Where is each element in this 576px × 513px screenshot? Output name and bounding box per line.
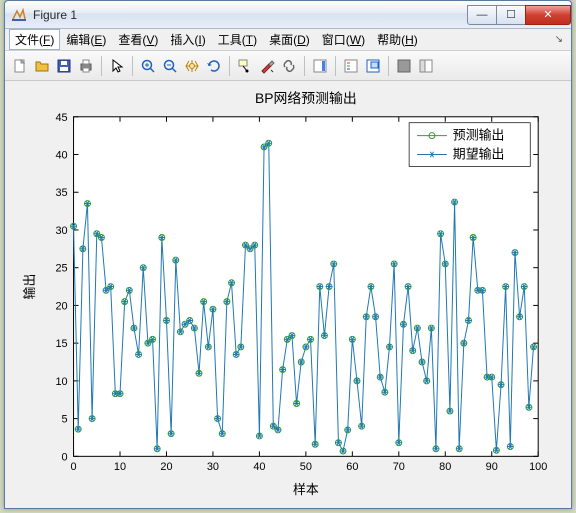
toolbar-separator <box>388 56 389 76</box>
svg-text:60: 60 <box>346 461 358 473</box>
svg-text:15: 15 <box>55 338 67 350</box>
svg-text:5: 5 <box>62 414 68 426</box>
svg-text:20: 20 <box>55 300 67 312</box>
legend-icon[interactable] <box>340 55 362 77</box>
minimize-button[interactable]: — <box>467 5 497 25</box>
x-axis-label: 样本 <box>293 482 319 497</box>
maximize-button[interactable]: ☐ <box>496 5 526 25</box>
matlab-icon <box>11 7 27 23</box>
pan-icon[interactable] <box>181 55 203 77</box>
legend-label-1: 期望输出 <box>453 146 505 161</box>
svg-text:0: 0 <box>62 451 68 463</box>
legend-label-0: 预测输出 <box>453 128 505 143</box>
svg-text:25: 25 <box>55 263 67 275</box>
menu-t[interactable]: 工具(T) <box>212 29 263 50</box>
svg-text:30: 30 <box>207 461 219 473</box>
open-icon[interactable] <box>31 55 53 77</box>
toolbar-separator <box>101 56 102 76</box>
svg-text:0: 0 <box>71 461 77 473</box>
svg-text:35: 35 <box>55 187 67 199</box>
menu-w[interactable]: 窗口(W) <box>316 29 371 50</box>
svg-text:50: 50 <box>300 461 312 473</box>
svg-text:70: 70 <box>393 461 405 473</box>
print-icon[interactable] <box>75 55 97 77</box>
zoom-in-icon[interactable] <box>137 55 159 77</box>
pointer-icon[interactable] <box>106 55 128 77</box>
hide-icon[interactable] <box>393 55 415 77</box>
menu-docking-icon[interactable]: ↘ <box>551 34 567 45</box>
new-icon[interactable] <box>9 55 31 77</box>
datatip-icon[interactable] <box>234 55 256 77</box>
close-button[interactable]: ✕ <box>525 5 571 25</box>
svg-text:20: 20 <box>160 461 172 473</box>
brush-icon[interactable] <box>256 55 278 77</box>
save-icon[interactable] <box>53 55 75 77</box>
toolbar <box>5 51 571 81</box>
toolbar-separator <box>335 56 336 76</box>
toolbar-separator <box>229 56 230 76</box>
menu-i[interactable]: 插入(I) <box>164 29 211 50</box>
svg-text:80: 80 <box>439 461 451 473</box>
axes-box <box>74 117 539 457</box>
y-axis-label: 输出 <box>22 274 37 300</box>
chart-svg: 0 10 20 30 40 50 60 70 80 90 100 0 5 10 15 20 25 30 35 40 45… <box>11 87 565 502</box>
svg-text:40: 40 <box>55 149 67 161</box>
svg-text:100: 100 <box>529 461 547 473</box>
chart-title: BP网络预测输出 <box>255 90 357 106</box>
window-buttons: — ☐ ✕ <box>468 5 571 25</box>
svg-text:10: 10 <box>114 461 126 473</box>
link-icon[interactable] <box>278 55 300 77</box>
svg-text:90: 90 <box>486 461 498 473</box>
menu-e[interactable]: 编辑(E) <box>60 29 112 50</box>
svg-text:10: 10 <box>55 376 67 388</box>
figure-window: Figure 1 — ☐ ✕ 文件(F)编辑(E)查看(V)插入(I)工具(T)… <box>4 0 572 509</box>
svg-text:40: 40 <box>253 461 265 473</box>
menubar: 文件(F)编辑(E)查看(V)插入(I)工具(T)桌面(D)窗口(W)帮助(H)… <box>5 29 571 51</box>
menu-v[interactable]: 查看(V) <box>112 29 164 50</box>
svg-text:45: 45 <box>55 112 67 124</box>
menu-f[interactable]: 文件(F) <box>9 29 60 50</box>
colorbar-icon[interactable] <box>309 55 331 77</box>
zoom-out-icon[interactable] <box>159 55 181 77</box>
toolbar-separator <box>132 56 133 76</box>
show-icon[interactable] <box>415 55 437 77</box>
window-title: Figure 1 <box>33 8 468 22</box>
menu-d[interactable]: 桌面(D) <box>263 29 316 50</box>
titlebar[interactable]: Figure 1 — ☐ ✕ <box>5 1 571 29</box>
plot-area[interactable]: 0 10 20 30 40 50 60 70 80 90 100 0 5 10 15 20 25 30 35 40 45… <box>11 87 565 502</box>
toolbar-separator <box>304 56 305 76</box>
rotate-icon[interactable] <box>203 55 225 77</box>
svg-text:30: 30 <box>55 225 67 237</box>
menu-h[interactable]: 帮助(H) <box>371 29 424 50</box>
insert-axes-icon[interactable] <box>362 55 384 77</box>
